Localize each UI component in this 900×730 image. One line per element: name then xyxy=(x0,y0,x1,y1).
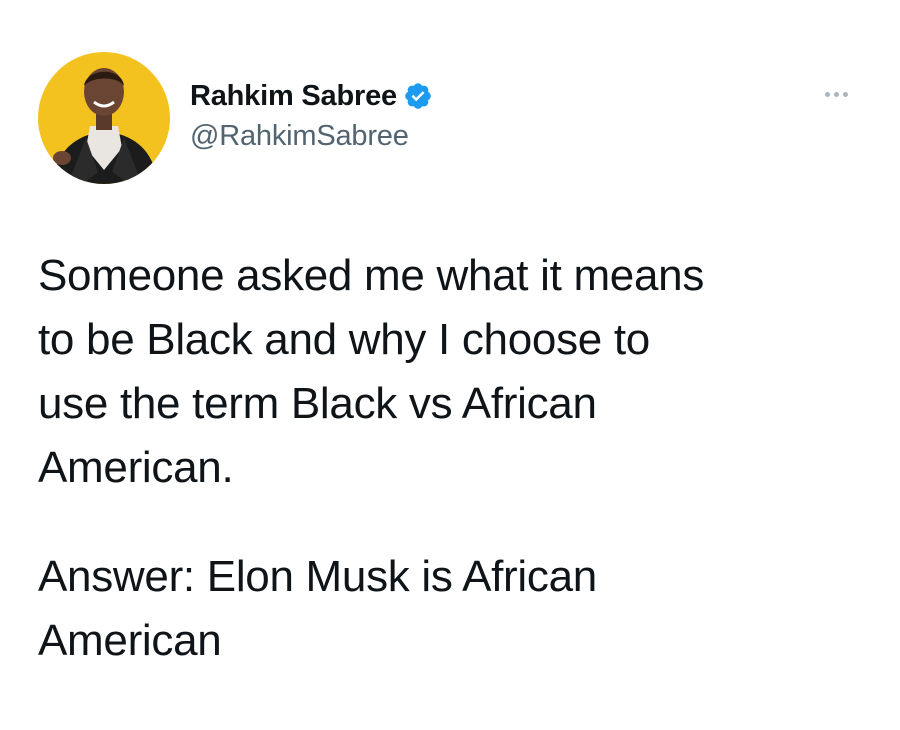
tweet-text-line: use the term Black vs African xyxy=(38,379,597,428)
author-avatar[interactable] xyxy=(38,52,170,184)
tweet-card: Rahkim Sabree @RahkimSabree Someone aske… xyxy=(0,0,900,730)
more-dot xyxy=(833,91,839,97)
avatar-photo-icon xyxy=(38,52,170,184)
tweet-text-line: American xyxy=(38,616,222,665)
author-display-name[interactable]: Rahkim Sabree xyxy=(190,80,397,113)
tweet-text-paragraph-1: Someone asked me what it means to be Bla… xyxy=(38,244,868,500)
tweet-text-line: American. xyxy=(38,443,234,492)
tweet-text-line: to be Black and why I choose to xyxy=(38,315,650,364)
author-handle[interactable]: @RahkimSabree xyxy=(190,120,433,153)
author-info: Rahkim Sabree @RahkimSabree xyxy=(190,76,433,153)
more-options-icon[interactable] xyxy=(812,80,860,108)
tweet-text-line: Answer: Elon Musk is African xyxy=(38,552,597,601)
tweet-text-line: Someone asked me what it means xyxy=(38,251,705,300)
more-dot xyxy=(842,91,848,97)
more-dot xyxy=(824,91,830,97)
tweet-text-paragraph-2: Answer: Elon Musk is African American xyxy=(38,545,868,673)
verified-badge-icon xyxy=(403,81,433,111)
